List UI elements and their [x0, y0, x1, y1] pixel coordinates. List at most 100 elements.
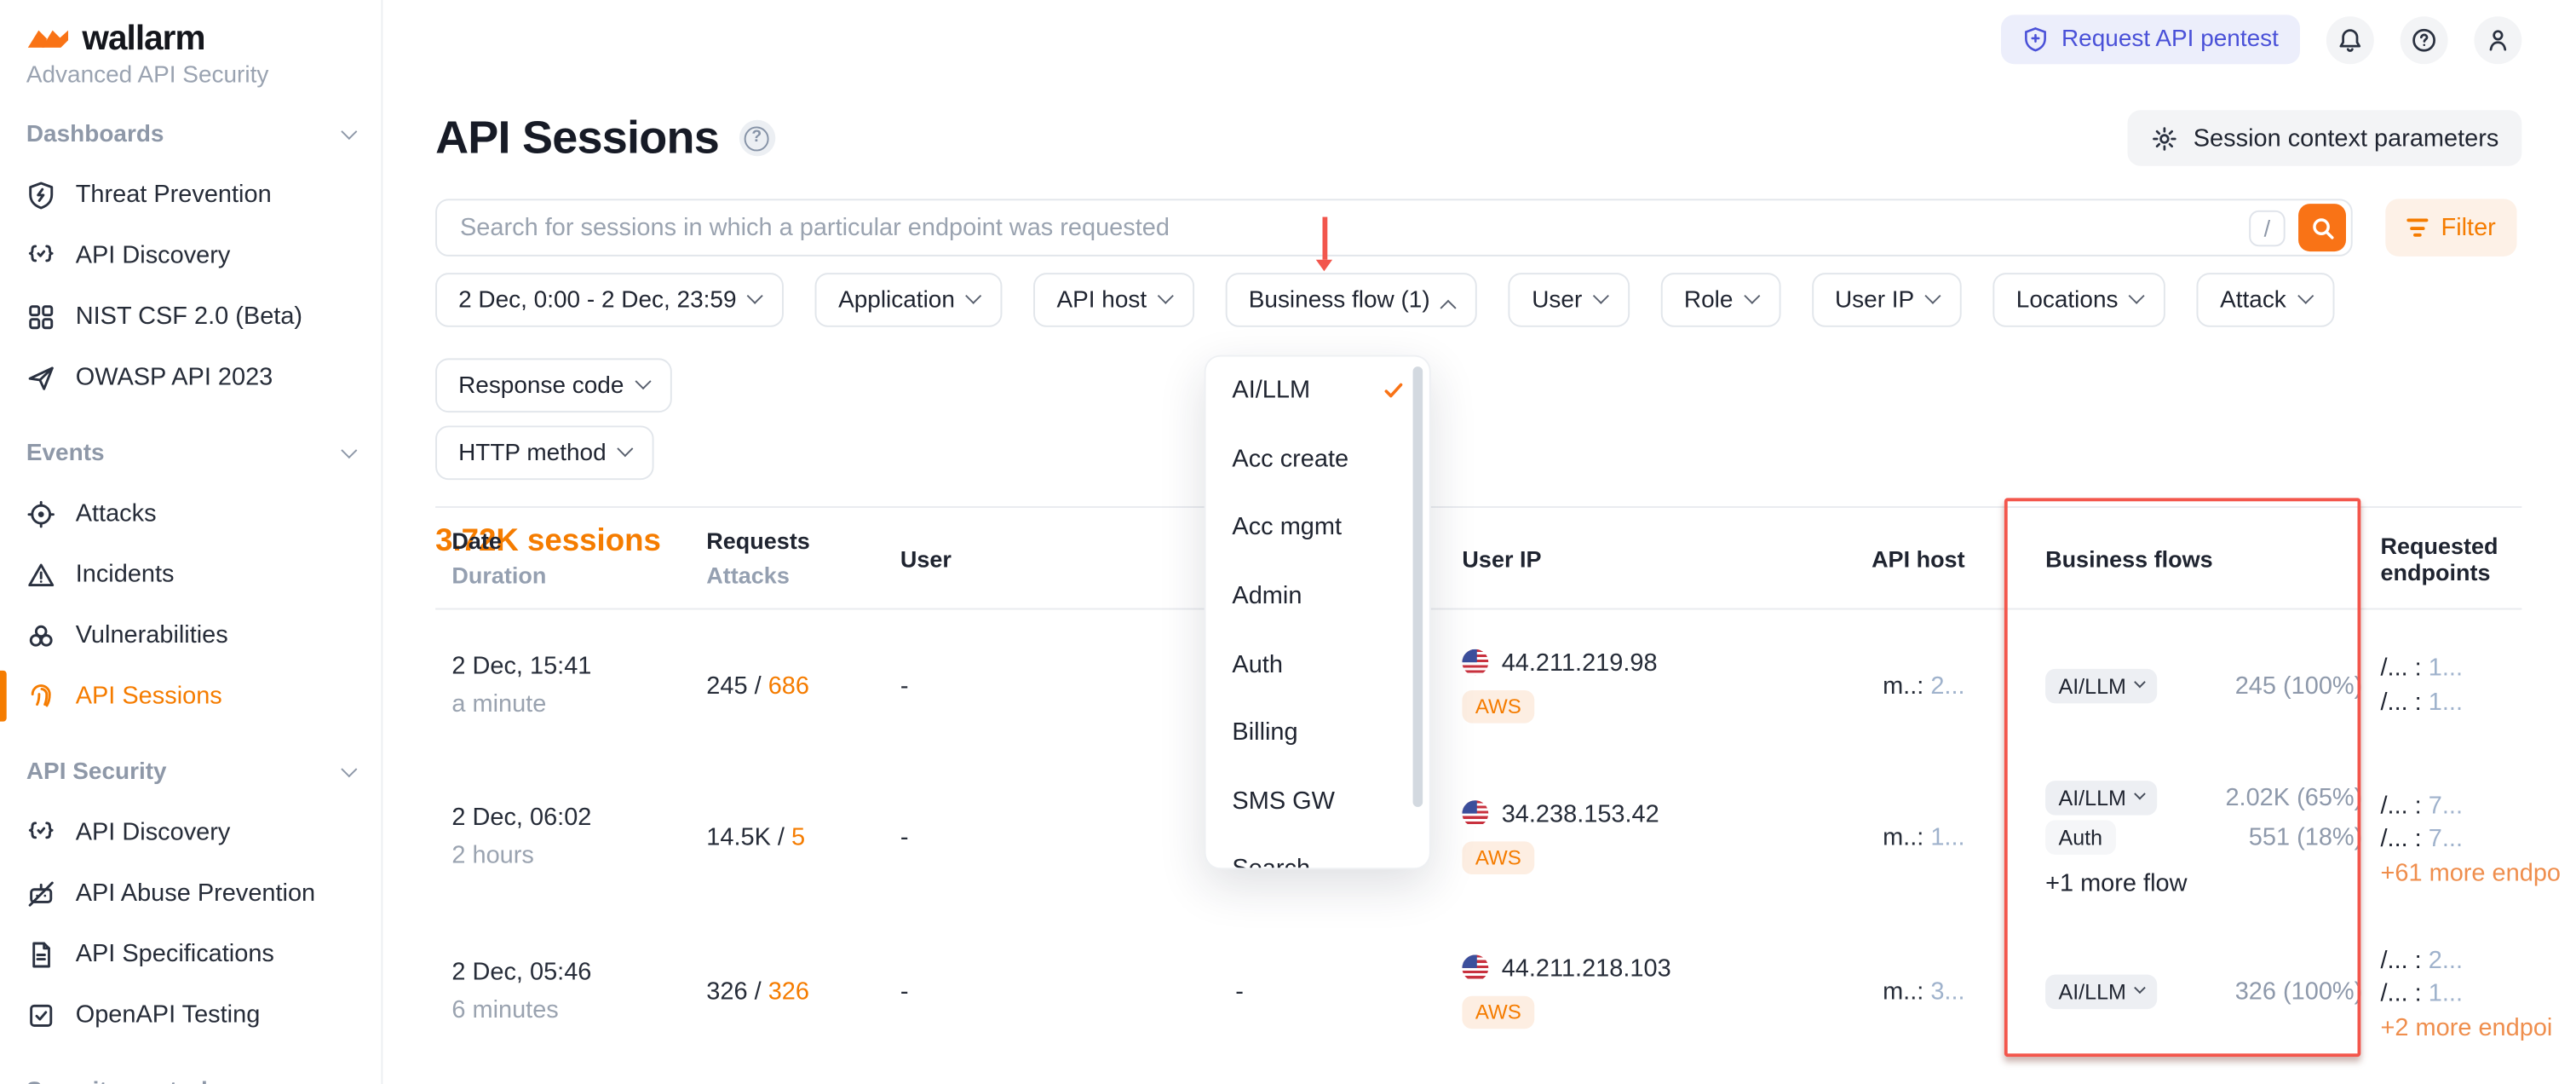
sidebar-item-api-discovery[interactable]: API Discovery: [0, 225, 381, 285]
user-ip[interactable]: 44.211.218.103: [1502, 954, 1671, 983]
topbar: Request API pentest: [382, 0, 2576, 79]
request-api-pentest-button[interactable]: Request API pentest: [2001, 14, 2300, 64]
endpoint-link[interactable]: /... : 1...: [2380, 689, 2521, 717]
more-endpoints-link[interactable]: +61 more endpo: [2380, 860, 2521, 888]
api-host-cell[interactable]: m..: 1...: [1866, 822, 1965, 850]
chevron-down-icon: [1744, 288, 1760, 304]
sidebar-section-events[interactable]: Events: [0, 423, 381, 483]
bot-off-icon: [26, 879, 56, 908]
shield-bolt-icon: [26, 180, 56, 210]
dropdown-option-clipped[interactable]: Search: [1206, 835, 1429, 869]
filter-chip-response-code[interactable]: Response code: [435, 358, 671, 412]
filter-chip-locations[interactable]: Locations: [1993, 273, 2166, 327]
user-ip[interactable]: 34.238.153.42: [1502, 799, 1659, 827]
filter-chip-date-range[interactable]: 2 Dec, 0:00 - 2 Dec, 23:59: [435, 273, 784, 327]
search-row: / Filter: [435, 199, 2521, 256]
sidebar-item-api-discovery-2[interactable]: API Discovery: [0, 802, 381, 862]
filter-chip-user[interactable]: User: [1509, 273, 1630, 327]
more-endpoints-link[interactable]: +2 more endpoi: [2380, 1014, 2521, 1042]
dropdown-option-ai-llm[interactable]: AI/LLM: [1206, 356, 1429, 424]
grid-icon: [26, 302, 56, 332]
endpoint-link[interactable]: /... : 7...: [2380, 825, 2521, 853]
requests-count: 14.5K /: [706, 822, 785, 850]
sidebar-item-attacks[interactable]: Attacks: [0, 483, 381, 544]
check-icon: [1382, 378, 1406, 403]
requests-count: 245 /: [706, 672, 761, 700]
dropdown-option-billing[interactable]: Billing: [1206, 699, 1429, 767]
chevron-down-icon: [1158, 288, 1174, 304]
col-api-host: API host: [1866, 545, 1965, 571]
chevron-down-icon: [966, 288, 982, 304]
filter-chip-user-ip[interactable]: User IP: [1812, 273, 1962, 327]
sidebar-item-incidents[interactable]: Incidents: [0, 544, 381, 604]
us-flag-icon: [1462, 954, 1488, 981]
user-menu-button[interactable]: [2474, 15, 2521, 63]
sidebar-item-api-sessions[interactable]: API Sessions: [0, 666, 381, 726]
session-date: 2 Dec, 05:46: [451, 958, 706, 986]
search-input[interactable]: [460, 214, 2236, 242]
paper-plane-icon: [26, 362, 56, 392]
filter-chip-api-host[interactable]: API host: [1033, 273, 1194, 327]
checkbox-icon: [26, 1000, 56, 1030]
dropdown-option-sms-gw[interactable]: SMS GW: [1206, 767, 1429, 835]
help-button[interactable]: [2401, 15, 2448, 63]
biohazard-icon: [26, 620, 56, 650]
dropdown-option-auth[interactable]: Auth: [1206, 630, 1429, 698]
filter-chip-application[interactable]: Application: [815, 273, 1003, 327]
dropdown-scrollbar[interactable]: [1413, 366, 1423, 807]
dropdown-option-acc-create[interactable]: Acc create: [1206, 425, 1429, 493]
app-window: wallarm Advanced API Security Dashboards…: [0, 0, 2576, 1084]
filter-chip-attack[interactable]: Attack: [2197, 273, 2334, 327]
endpoint-link[interactable]: /... : 7...: [2380, 792, 2521, 820]
aws-badge: AWS: [1462, 840, 1534, 874]
search-button[interactable]: [2298, 204, 2346, 251]
sidebar-section-api-security[interactable]: API Security: [0, 741, 381, 802]
endpoint-link[interactable]: /... : 2...: [2380, 946, 2521, 974]
endpoint-link[interactable]: /... : 1...: [2380, 979, 2521, 1007]
filter-button[interactable]: Filter: [2385, 199, 2516, 256]
sidebar-section-dashboards[interactable]: Dashboards: [0, 103, 381, 164]
session-date: 2 Dec, 06:02: [451, 804, 706, 832]
api-host-cell[interactable]: m..: 3...: [1866, 977, 1965, 1006]
business-flow-dropdown: AI/LLM Acc create Acc mgmt Admin Auth Bi…: [1205, 355, 1431, 870]
sidebar-item-api-specifications[interactable]: API Specifications: [0, 924, 381, 984]
sidebar-item-nist-csf[interactable]: NIST CSF 2.0 (Beta): [0, 286, 381, 347]
bell-icon: [2336, 26, 2364, 54]
notifications-button[interactable]: [2326, 15, 2374, 63]
fingerprint-icon: [26, 681, 56, 711]
document-icon: [26, 939, 56, 969]
slash-shortcut-key: /: [2249, 210, 2285, 245]
annotation-highlight-business-flows: [2004, 498, 2360, 1057]
sidebar-item-openapi-testing[interactable]: OpenAPI Testing: [0, 984, 381, 1045]
endpoint-link[interactable]: /... : 1...: [2380, 654, 2521, 683]
col-duration: Duration: [451, 562, 706, 589]
chevron-down-icon: [617, 441, 633, 457]
page-title: API Sessions: [435, 112, 719, 164]
attacks-count: 5: [791, 822, 805, 850]
page-header: API Sessions ? Session context parameter…: [382, 79, 2576, 171]
session-context-parameters-button[interactable]: Session context parameters: [2128, 110, 2522, 166]
title-help-icon[interactable]: ?: [739, 120, 774, 156]
sidebar-item-api-abuse-prevention[interactable]: API Abuse Prevention: [0, 862, 381, 923]
chevron-down-icon: [2129, 288, 2145, 304]
context-cell: -: [1235, 977, 1462, 1006]
dropdown-option-acc-mgmt[interactable]: Acc mgmt: [1206, 493, 1429, 562]
brand-logo[interactable]: wallarm: [0, 20, 381, 59]
filter-chips-row-2: HTTP method: [435, 425, 2521, 480]
user-cell: -: [900, 822, 1235, 850]
person-icon: [2484, 26, 2512, 54]
sidebar-item-vulnerabilities[interactable]: Vulnerabilities: [0, 605, 381, 666]
filter-chip-http-method[interactable]: HTTP method: [435, 425, 653, 480]
aws-badge: AWS: [1462, 995, 1534, 1029]
aws-badge: AWS: [1462, 689, 1534, 723]
sidebar-section-security-controls[interactable]: Security controls: [0, 1060, 381, 1084]
question-circle-icon: [2410, 26, 2438, 54]
user-ip[interactable]: 44.211.219.98: [1502, 649, 1658, 677]
sidebar-item-threat-prevention[interactable]: Threat Prevention: [0, 164, 381, 225]
sidebar-item-owasp-api[interactable]: OWASP API 2023: [0, 347, 381, 407]
filter-chip-role[interactable]: Role: [1661, 273, 1780, 327]
filter-chip-business-flow[interactable]: Business flow (1): [1226, 273, 1478, 327]
api-host-cell[interactable]: m..: 2...: [1866, 672, 1965, 700]
dropdown-option-admin[interactable]: Admin: [1206, 562, 1429, 630]
warning-triangle-icon: [26, 560, 56, 590]
